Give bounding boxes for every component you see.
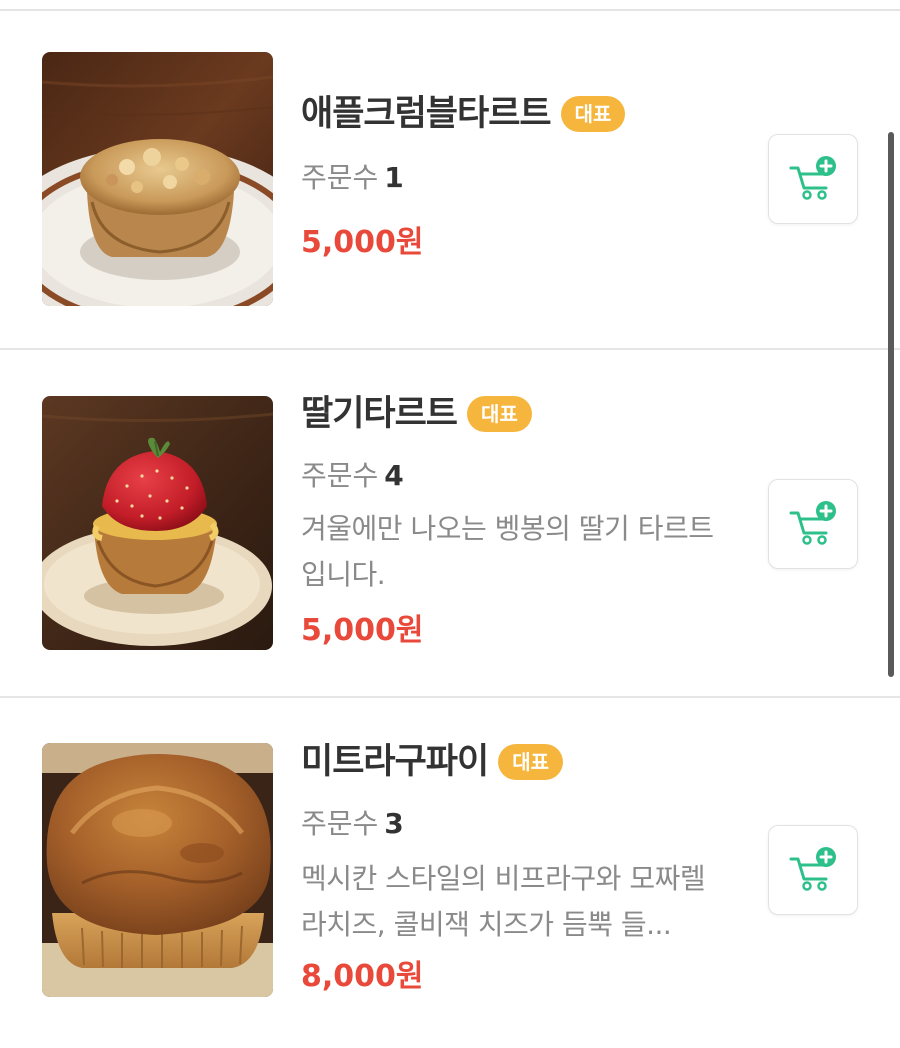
order-count: 3: [384, 807, 404, 840]
order-count-label: 주문수: [301, 807, 379, 840]
order-count-row: 주문수 1: [301, 160, 404, 196]
menu-item[interactable]: 애플크럼블타르트 대표 주문수 1 5,000원: [0, 0, 900, 350]
signature-badge: 대표: [467, 396, 532, 432]
title-row: 애플크럼블타르트 대표: [301, 92, 626, 136]
item-name: 애플크럼블타르트: [301, 94, 552, 134]
signature-badge: 대표: [560, 96, 626, 132]
title-row: 미트라구파이 대표: [301, 740, 564, 784]
item-description: 겨울에만 나오는 벵봉의 딸기 타르트 입니다.: [301, 512, 714, 591]
item-price: 5,000원: [301, 613, 424, 648]
order-count: 1: [384, 161, 404, 194]
add-to-cart-button[interactable]: [768, 825, 858, 915]
add-to-cart-button[interactable]: [768, 479, 858, 569]
cart-plus-icon: [789, 847, 836, 891]
item-price: 5,000원: [301, 225, 424, 260]
item-price: 8,000원: [301, 959, 424, 994]
order-count-row: 주문수 3: [301, 806, 404, 842]
scrollbar[interactable]: [888, 132, 894, 677]
add-to-cart-button[interactable]: [768, 134, 858, 224]
order-count: 4: [384, 459, 404, 492]
item-name: 미트라구파이: [301, 742, 489, 782]
strawberry-tart-photo: [42, 396, 273, 650]
order-count-label: 주문수: [301, 459, 379, 492]
apple-crumble-tart-photo: [42, 52, 273, 306]
order-count-label: 주문수: [301, 161, 379, 194]
signature-badge: 대표: [498, 744, 564, 780]
menu-item[interactable]: 딸기타르트 대표 주문수 4 겨울에만 나오는 벵봉의 딸기 타르트 입니다. 5…: [0, 350, 900, 696]
item-description: 멕시칸 스타일의 비프라구와 모짜렐라치즈, 콜비잭 치즈가 듬뿍 들...: [301, 862, 706, 941]
menu-item[interactable]: 미트라구파이 대표 주문수 3 멕시칸 스타일의 비프라구와 모짜렐라치즈, 콜비…: [0, 698, 900, 1048]
cart-plus-icon: [789, 501, 836, 545]
title-row: 딸기타르트 대표: [301, 392, 532, 436]
order-count-row: 주문수 4: [301, 458, 404, 494]
cart-plus-icon: [789, 156, 836, 200]
item-name: 딸기타르트: [301, 394, 458, 434]
meat-ragu-pie-photo: [42, 743, 273, 997]
